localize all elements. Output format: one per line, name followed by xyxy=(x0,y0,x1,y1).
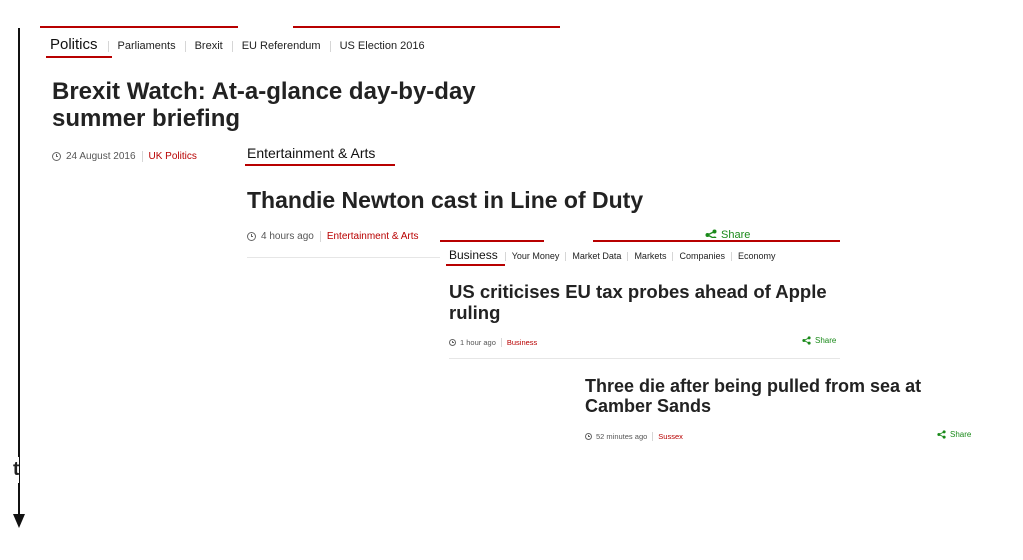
entertainment-section-underline xyxy=(245,164,395,166)
business-nav: Business Your Money Market Data Markets … xyxy=(449,248,782,262)
politics-headline[interactable]: Brexit Watch: At-a-glance day-by-day sum… xyxy=(52,78,522,133)
entertainment-headline[interactable]: Thandie Newton cast in Line of Duty xyxy=(247,187,747,214)
nav-item-markets[interactable]: Markets xyxy=(627,252,672,261)
nav-item-us-election-2016[interactable]: US Election 2016 xyxy=(329,41,434,52)
business-top-rule-left xyxy=(440,240,544,242)
clock-icon xyxy=(449,339,456,346)
share-label: Share xyxy=(815,336,837,345)
business-section-underline xyxy=(446,264,505,266)
share-label: Share xyxy=(950,430,972,439)
politics-nav: Politics Parliaments Brexit EU Referendu… xyxy=(50,36,434,53)
business-top-rule-right xyxy=(593,240,840,242)
clock-icon xyxy=(247,232,256,241)
timeline-arrowhead xyxy=(13,514,25,528)
business-headline[interactable]: US criticises EU tax probes ahead of App… xyxy=(449,281,829,323)
business-time: 1 hour ago xyxy=(460,338,496,347)
nav-item-your-money[interactable]: Your Money xyxy=(504,252,566,261)
politics-category-link[interactable]: UK Politics xyxy=(149,151,197,162)
politics-top-rule-right xyxy=(293,26,560,28)
nav-item-eu-referendum[interactable]: EU Referendum xyxy=(231,41,330,52)
entertainment-time: 4 hours ago xyxy=(261,231,314,242)
section-title-business[interactable]: Business xyxy=(449,248,505,262)
sussex-category-link[interactable]: Sussex xyxy=(658,432,683,441)
business-meta: 1 hour ago Business xyxy=(449,338,537,347)
clock-icon xyxy=(52,152,61,161)
sussex-headline[interactable]: Three die after being pulled from sea at… xyxy=(585,376,975,416)
nav-item-economy[interactable]: Economy xyxy=(730,252,782,261)
business-card: Business Your Money Market Data Markets … xyxy=(440,238,840,360)
politics-date: 24 August 2016 xyxy=(66,151,136,162)
nav-item-parliaments[interactable]: Parliaments xyxy=(107,41,185,52)
nav-item-market-data[interactable]: Market Data xyxy=(565,252,627,261)
clock-icon xyxy=(585,433,592,440)
politics-section-underline xyxy=(46,56,112,58)
entertainment-category-link[interactable]: Entertainment & Arts xyxy=(327,231,419,242)
entertainment-nav: Entertainment & Arts xyxy=(247,145,375,161)
sussex-meta: 52 minutes ago Sussex xyxy=(585,432,683,441)
politics-meta: 24 August 2016 UK Politics xyxy=(52,151,197,162)
sussex-card: Three die after being pulled from sea at… xyxy=(575,365,980,450)
business-bottom-rule xyxy=(449,358,840,359)
politics-top-rule-left xyxy=(40,26,238,28)
business-category-link[interactable]: Business xyxy=(507,338,537,347)
timeline-label: t xyxy=(13,457,20,483)
share-icon xyxy=(937,430,946,439)
sussex-time: 52 minutes ago xyxy=(596,432,648,441)
nav-item-companies[interactable]: Companies xyxy=(672,252,731,261)
entertainment-meta: 4 hours ago Entertainment & Arts xyxy=(247,231,419,242)
nav-item-brexit[interactable]: Brexit xyxy=(184,41,232,52)
entertainment-bottom-rule xyxy=(247,257,447,258)
section-title-politics[interactable]: Politics xyxy=(50,36,108,53)
sussex-share-button[interactable]: Share xyxy=(937,430,971,439)
section-title-entertainment[interactable]: Entertainment & Arts xyxy=(247,145,375,161)
share-icon xyxy=(802,336,811,345)
business-share-button[interactable]: Share xyxy=(802,336,836,345)
timeline-axis xyxy=(18,28,20,518)
